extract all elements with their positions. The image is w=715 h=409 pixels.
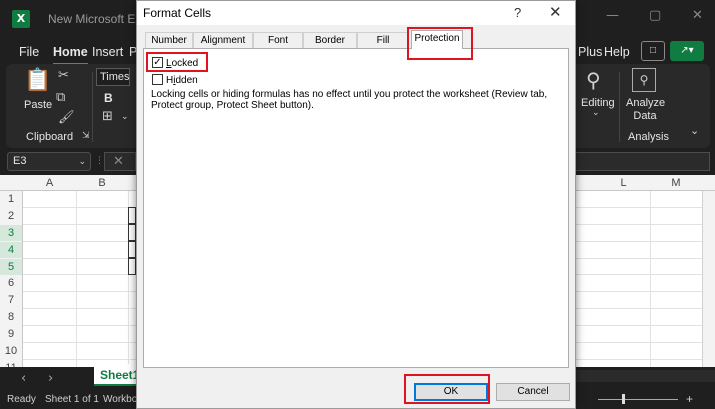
menu-help[interactable]: Help (604, 45, 630, 59)
row-header-2[interactable]: 2 (0, 208, 22, 224)
collapse-ribbon-icon[interactable]: ⌄ (690, 124, 699, 137)
sheet-tab-sheet1[interactable]: Sheet1 (94, 364, 139, 386)
copy-icon[interactable]: ⧉ (56, 90, 65, 105)
excel-logo-icon: X (12, 10, 30, 28)
tab-alignment[interactable]: Alignment (193, 32, 253, 49)
vertical-scrollbar[interactable] (702, 191, 715, 367)
row-header-5[interactable]: 5 (0, 259, 22, 275)
status-ready: Ready (7, 394, 36, 405)
menu-insert[interactable]: Insert (92, 45, 123, 59)
name-box[interactable]: E3 ⌄ (7, 152, 91, 171)
dialog-title: Format Cells (143, 6, 212, 20)
name-box-value: E3 (13, 155, 27, 167)
analyze-data-button[interactable]: Analyze Data (626, 97, 665, 123)
tab-protection[interactable]: Protection (411, 30, 463, 49)
row-header-11[interactable]: 11 (0, 360, 22, 367)
maximize-icon[interactable]: ▢ (649, 8, 661, 23)
row-header-3[interactable]: 3 (0, 225, 22, 241)
tab-font[interactable]: Font (253, 32, 303, 49)
status-sheet-info: Sheet 1 of 1 (45, 394, 99, 405)
menu-plus[interactable]: Plus (578, 45, 602, 59)
formula-input[interactable] (574, 152, 710, 171)
menu-home[interactable]: Home (53, 45, 88, 65)
row-header-7[interactable]: 7 (0, 292, 22, 308)
tab-border[interactable]: Border (303, 32, 357, 49)
highlight-ok-button (404, 374, 490, 404)
row-header-10[interactable]: 10 (0, 343, 22, 359)
row-header-4[interactable]: 4 (0, 242, 22, 258)
analyze-data-icon[interactable]: ⚲ (632, 68, 656, 92)
cancel-button[interactable]: Cancel (496, 383, 570, 401)
tab-number[interactable]: Number (145, 32, 193, 49)
bordered-cell (128, 258, 136, 275)
formula-bar-dots-icon: ⋮ (95, 156, 104, 166)
paste-icon[interactable]: 📋 (24, 68, 51, 93)
chevron-down-icon[interactable]: ⌄ (121, 112, 129, 122)
bold-button[interactable]: B (104, 91, 113, 105)
minimize-icon[interactable]: — (606, 8, 619, 23)
sheet-prev-icon[interactable]: ‹ (21, 371, 26, 386)
help-icon[interactable]: ? (514, 5, 521, 20)
share-icon[interactable]: ↗▾ (670, 41, 704, 61)
dialog-launcher-icon[interactable]: ⇲ (82, 131, 90, 141)
menu-file[interactable]: File (19, 45, 39, 59)
find-icon[interactable]: ⚲ (586, 68, 601, 92)
status-workbook: Workbo (103, 394, 138, 405)
column-header-b[interactable]: B (76, 176, 128, 191)
borders-icon[interactable]: ⊞ (102, 109, 113, 124)
ribbon-separator-2 (619, 72, 620, 142)
column-header-l[interactable]: L (597, 176, 650, 191)
font-name-box[interactable]: Times N (96, 68, 130, 86)
column-header-a[interactable]: A (23, 176, 76, 191)
analysis-group-label: Analysis (628, 131, 669, 143)
tab-fill[interactable]: Fill (357, 32, 409, 49)
zoom-in-icon[interactable]: + (686, 392, 693, 406)
paste-button[interactable]: Paste (24, 99, 52, 111)
editing-chevron-icon[interactable]: ⌄ (592, 108, 600, 118)
row-header-6[interactable]: 6 (0, 275, 22, 291)
sheet-next-icon[interactable]: › (48, 371, 53, 386)
grid-line (650, 191, 651, 367)
ribbon-separator (92, 72, 93, 142)
bordered-cell (128, 207, 136, 224)
hidden-checkbox[interactable] (152, 74, 163, 85)
grid-line (76, 191, 77, 367)
bordered-cell (128, 241, 136, 258)
highlight-locked-checkbox (146, 52, 208, 72)
hidden-label[interactable]: Hidden (166, 75, 198, 86)
protection-note: Locking cells or hiding formulas has no … (151, 89, 548, 111)
row-header-1[interactable]: 1 (0, 191, 22, 207)
column-header-m[interactable]: M (650, 176, 702, 191)
bordered-cell (128, 224, 136, 241)
close-window-icon[interactable]: ✕ (692, 8, 703, 23)
zoom-slider[interactable] (598, 399, 678, 400)
close-icon[interactable]: ✕ (549, 3, 562, 21)
row-header-8[interactable]: 8 (0, 309, 22, 325)
cancel-entry-icon[interactable]: ✕ (104, 152, 136, 171)
clipboard-group-label: Clipboard (26, 131, 74, 143)
format-painter-icon[interactable]: 🖌 (58, 110, 75, 125)
comment-icon[interactable]: □ (641, 41, 665, 61)
cut-icon[interactable]: ✂ (58, 68, 69, 83)
horizontal-scrollbar[interactable] (576, 370, 715, 382)
row-header-9[interactable]: 9 (0, 326, 22, 342)
zoom-thumb[interactable] (622, 394, 625, 404)
